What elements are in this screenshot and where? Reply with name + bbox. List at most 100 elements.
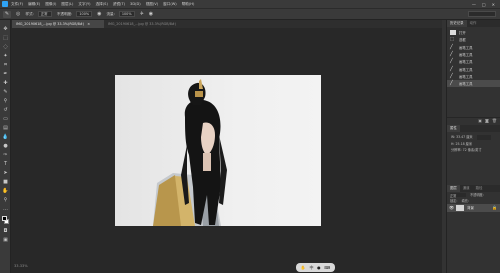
close-button[interactable]: ✕ xyxy=(492,2,495,7)
tab-history[interactable]: 历史记录 xyxy=(447,20,467,27)
pressure-size-icon[interactable]: ◉ xyxy=(149,11,153,17)
new-snapshot-icon[interactable]: ▣ xyxy=(478,118,482,123)
document-tab-bar: IMG_20190618_...jpg @ 33.3%(RGB/8#) × IM… xyxy=(12,20,442,28)
quick-select-tool-icon[interactable]: ✦ xyxy=(2,53,9,60)
marquee-tool-icon[interactable]: ⬚ xyxy=(2,35,9,42)
blur-tool-icon[interactable]: 💧 xyxy=(2,134,9,141)
tab-layers[interactable]: 图层 xyxy=(447,184,460,192)
brush-tool-icon[interactable]: ✎ xyxy=(2,89,9,96)
history-item-label: 打开 xyxy=(459,31,466,36)
brush-icon: ✎ xyxy=(4,11,10,17)
tab-paths[interactable]: 路径 xyxy=(473,185,486,192)
brush-settings-icon[interactable]: ◎ xyxy=(16,11,20,17)
eraser-tool-icon[interactable]: ▭ xyxy=(2,116,9,123)
app-logo-icon xyxy=(2,1,8,7)
healing-brush-tool-icon[interactable]: ✚ xyxy=(2,80,9,87)
hand-tool-icon[interactable]: ✋ xyxy=(2,188,9,195)
menu-select[interactable]: 选择(S) xyxy=(96,0,108,8)
screen-mode-icon[interactable]: ▣ xyxy=(2,237,9,244)
props-w-value[interactable]: 33.47 厘米 xyxy=(456,135,473,139)
tab-channels[interactable]: 通道 xyxy=(460,185,473,192)
menu-3d[interactable]: 3D(D) xyxy=(130,0,141,8)
quick-mask-icon[interactable]: ◘ xyxy=(2,228,9,235)
history-brush-tool-icon[interactable]: ↺ xyxy=(2,107,9,114)
zoom-readout[interactable]: 33.33% xyxy=(14,264,28,268)
brush-icon: ╱ xyxy=(450,81,453,87)
history-item-selected[interactable]: ╱ 画笔工具 xyxy=(447,80,500,88)
history-item-label: 选框 xyxy=(459,38,466,43)
flow-input[interactable]: 100% xyxy=(118,11,135,17)
camera-icon[interactable]: ◙ xyxy=(485,118,489,123)
history-panel-header: 历史记录 动作 xyxy=(447,20,500,27)
blend-mode-select[interactable]: 正常 xyxy=(450,192,466,198)
doc-tab-inactive[interactable]: IMG_20190618_...jpg @ 33.3%(RGB/8#) xyxy=(104,20,224,28)
history-item[interactable]: ╱ 画笔工具 xyxy=(447,73,500,80)
history-item[interactable]: 打开 xyxy=(447,29,500,36)
opacity-input[interactable]: 100% xyxy=(76,11,93,17)
menu-file[interactable]: 文件(F) xyxy=(11,0,23,8)
move-tool-icon[interactable]: ✥ xyxy=(2,26,9,33)
tab-actions[interactable]: 动作 xyxy=(467,20,480,27)
clone-stamp-tool-icon[interactable]: ⚲ xyxy=(2,98,9,105)
history-item[interactable]: ╱ 画笔工具 xyxy=(447,51,500,58)
history-item-label: 画笔工具 xyxy=(459,60,473,65)
history-item-label: 画笔工具 xyxy=(459,82,473,87)
menu-window[interactable]: 窗口(W) xyxy=(163,0,177,8)
right-panel-dock: 历史记录 动作 打开 ⬚ 选框 ╱ 画笔工具 ╱ 画笔工具 ╱ 画笔工具 ╱ 画… xyxy=(446,20,500,273)
style-select[interactable]: 正常 xyxy=(37,11,52,17)
snapshot-thumbnail xyxy=(450,30,456,36)
menu-type[interactable]: 文字(Y) xyxy=(78,0,90,8)
eyedropper-tool-icon[interactable]: ✒ xyxy=(2,71,9,78)
ime-status-pill[interactable]: ✋ 中 ● ⌨ xyxy=(296,263,335,272)
brush-icon: ╱ xyxy=(450,44,453,50)
tab-properties[interactable]: 属性 xyxy=(447,125,460,133)
lasso-tool-icon[interactable]: ◌ xyxy=(2,44,9,51)
history-item[interactable]: ⬚ 选框 xyxy=(447,36,500,43)
airbrush-icon[interactable]: ✈ xyxy=(140,11,144,17)
status-bar xyxy=(12,261,442,273)
document-canvas-image[interactable] xyxy=(115,75,321,226)
type-tool-icon[interactable]: T xyxy=(2,161,9,168)
zoom-tool-icon[interactable]: ⚲ xyxy=(2,197,9,204)
shape-tool-icon[interactable]: ■ xyxy=(2,179,9,186)
tool-preset-picker[interactable]: ✎ xyxy=(3,10,11,18)
gradient-tool-icon[interactable]: ▤ xyxy=(2,125,9,132)
close-tab-icon[interactable]: × xyxy=(87,22,90,26)
maximize-button[interactable]: □ xyxy=(482,2,486,7)
dodge-tool-icon[interactable]: ● xyxy=(2,143,9,150)
menu-help[interactable]: 帮助(H) xyxy=(182,0,195,8)
history-item-label: 画笔工具 xyxy=(459,53,473,58)
trash-icon[interactable]: 🗑 xyxy=(492,118,497,123)
keyboard-icon[interactable]: ⌨ xyxy=(324,265,330,270)
marquee-icon: ⬚ xyxy=(450,37,455,43)
link-icon[interactable] xyxy=(476,134,491,140)
menu-filter[interactable]: 滤镜(T) xyxy=(113,0,125,8)
layer-thumbnail xyxy=(456,204,465,211)
minimize-button[interactable]: — xyxy=(472,2,476,7)
menu-edit[interactable]: 编辑(E) xyxy=(28,0,40,8)
history-item[interactable]: ╱ 画笔工具 xyxy=(447,65,500,72)
crop-tool-icon[interactable]: ⌗ xyxy=(2,62,9,69)
menu-bar: 文件(F) 编辑(E) 图像(I) 图层(L) 文字(Y) 选择(S) 滤镜(T… xyxy=(0,0,500,8)
hand-icon[interactable]: ✋ xyxy=(301,265,306,270)
ime-mode-label[interactable]: 中 xyxy=(309,265,313,271)
doc-tab-active[interactable]: IMG_20190618_...jpg @ 33.3%(RGB/8#) × xyxy=(12,20,104,28)
menu-image[interactable]: 图像(I) xyxy=(45,0,56,8)
layer-row-background[interactable]: 👁 背景 🔒 xyxy=(447,203,500,212)
pressure-opacity-icon[interactable]: ◉ xyxy=(97,11,101,17)
history-footer: ▣ ◙ 🗑 xyxy=(447,117,500,123)
workspace-select[interactable] xyxy=(468,11,496,17)
history-item[interactable]: ╱ 画笔工具 xyxy=(447,44,500,51)
props-h-value[interactable]: 25.18 厘米 xyxy=(456,142,473,146)
dot-icon[interactable]: ● xyxy=(317,265,321,270)
path-select-tool-icon[interactable]: ➤ xyxy=(2,170,9,177)
more-tools-icon[interactable]: … xyxy=(2,206,9,213)
foreground-color-swatch[interactable] xyxy=(2,216,7,221)
visibility-eye-icon[interactable]: 👁 xyxy=(449,205,454,210)
props-h-label: H: xyxy=(451,141,455,146)
opacity-label: 不透明度: xyxy=(56,11,73,16)
pen-tool-icon[interactable]: ✑ xyxy=(2,152,9,159)
menu-layer[interactable]: 图层(L) xyxy=(61,0,73,8)
menu-view[interactable]: 视图(V) xyxy=(146,0,158,8)
history-item[interactable]: ╱ 画笔工具 xyxy=(447,58,500,65)
